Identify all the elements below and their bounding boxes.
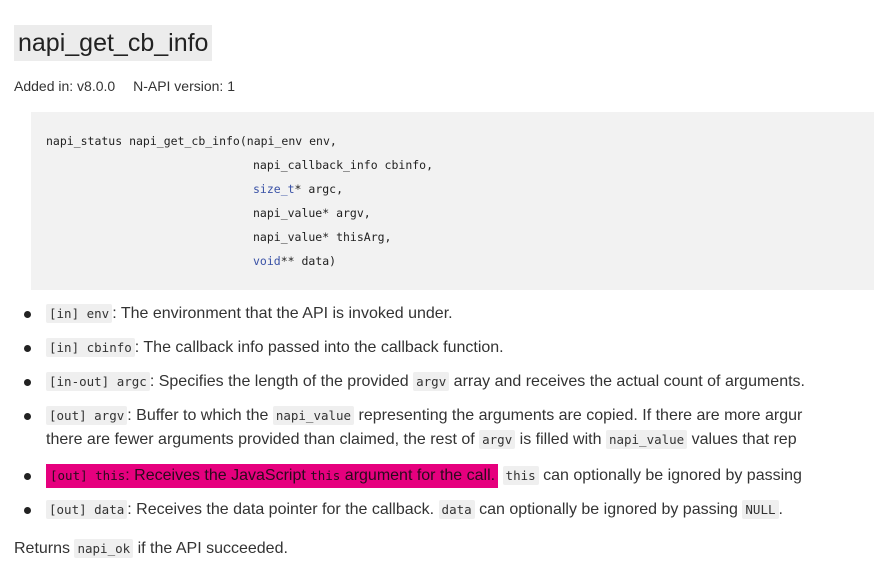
inline-code: data bbox=[438, 500, 475, 519]
inline-code: NULL bbox=[742, 500, 779, 519]
param-line: there are fewer arguments provided than … bbox=[46, 430, 797, 449]
page-title: napi_get_cb_info bbox=[14, 25, 213, 61]
inline-code: napi_value bbox=[272, 406, 355, 425]
bullet-icon bbox=[24, 507, 31, 514]
bullet-icon bbox=[24, 473, 31, 480]
inline-code: argv bbox=[413, 372, 450, 391]
param-item-argc: [in-out] argc: Specifies the length of t… bbox=[0, 370, 874, 394]
bullet-icon bbox=[24, 345, 31, 352]
version-meta: Added in: v8.0.0 N-API version: 1 bbox=[14, 78, 249, 94]
inline-code: this bbox=[310, 468, 341, 483]
type-keyword: void bbox=[253, 254, 281, 268]
parameter-list: [in] env: The environment that the API i… bbox=[0, 302, 874, 522]
inline-code: napi_value bbox=[605, 430, 688, 449]
highlighted-selection: [out] this: Receives the JavaScript this… bbox=[46, 464, 499, 488]
param-item-this: [out] this: Receives the JavaScript this… bbox=[0, 464, 874, 488]
code-line: napi_callback_info cbinfo, bbox=[253, 158, 434, 172]
param-code: [out] this bbox=[50, 468, 126, 483]
param-code: [in-out] argc bbox=[46, 372, 150, 391]
added-in-version: Added in: v8.0.0 bbox=[14, 78, 116, 94]
inline-code: argv bbox=[479, 430, 516, 449]
code-line: void** data) bbox=[253, 254, 337, 268]
doc-page: napi_get_cb_info Added in: v8.0.0 N-API … bbox=[0, 0, 874, 572]
param-code: [in] env bbox=[46, 304, 113, 323]
code-line: size_t* argc, bbox=[253, 182, 344, 196]
inline-code: this bbox=[502, 466, 539, 485]
bullet-icon bbox=[24, 311, 31, 318]
code-line: napi_status napi_get_cb_info(napi_env en… bbox=[46, 134, 337, 148]
param-item-env: [in] env: The environment that the API i… bbox=[0, 302, 874, 326]
code-line: napi_value* thisArg, bbox=[253, 230, 392, 244]
param-line: [out] argv: Buffer to which the napi_val… bbox=[46, 404, 874, 428]
inline-code: napi_ok bbox=[74, 539, 134, 558]
code-line: napi_value* argv, bbox=[253, 206, 371, 220]
napi-version: N-API version: 1 bbox=[133, 78, 236, 94]
bullet-icon bbox=[24, 379, 31, 386]
param-code: [out] data bbox=[46, 500, 128, 519]
param-code: [out] argv bbox=[46, 406, 128, 425]
type-keyword: size_t bbox=[253, 182, 295, 196]
bullet-icon bbox=[24, 413, 31, 420]
returns-text: Returns napi_ok if the API succeeded. bbox=[14, 539, 288, 558]
param-code: [in] cbinfo bbox=[46, 338, 135, 357]
param-item-cbinfo: [in] cbinfo: The callback info passed in… bbox=[0, 336, 874, 360]
param-item-data: [out] data: Receives the data pointer fo… bbox=[0, 498, 874, 522]
param-item-argv: [out] argv: Buffer to which the napi_val… bbox=[0, 404, 874, 452]
function-signature-code: napi_status napi_get_cb_info(napi_env en… bbox=[31, 112, 874, 290]
